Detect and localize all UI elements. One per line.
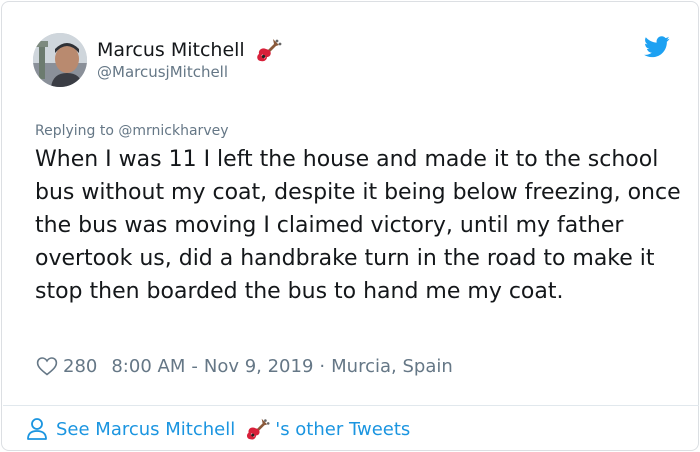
replying-prefix: Replying to xyxy=(35,123,114,139)
twitter-bird-icon[interactable] xyxy=(644,36,670,58)
time-date-separator: - xyxy=(191,355,198,377)
like-count[interactable]: 280 xyxy=(63,356,97,377)
avatar[interactable] xyxy=(33,33,87,87)
replying-handle-link[interactable]: @mrnickharvey xyxy=(118,123,228,139)
author-name-text[interactable]: Marcus Mitchell xyxy=(97,39,245,61)
tweet-date[interactable]: Nov 9, 2019 xyxy=(204,356,314,377)
see-other-tweets-link[interactable]: See Marcus Mitchell 's other Tweets xyxy=(26,413,410,445)
tweet-card: Marcus Mitchell @MarcusjMitchell Replyin… xyxy=(1,1,699,451)
heart-outline-icon[interactable] xyxy=(35,354,59,378)
footer-divider xyxy=(3,405,699,406)
tweet-location[interactable]: Murcia, Spain xyxy=(331,356,453,377)
replying-to: Replying to @mrnickharvey xyxy=(35,123,229,139)
author-name[interactable]: Marcus Mitchell xyxy=(97,35,283,65)
guitar-icon xyxy=(256,39,282,62)
tweet-meta: 280 8:00 AM - Nov 9, 2019 · Murcia, Spai… xyxy=(35,352,453,380)
tweet-text: When I was 11 I left the house and made … xyxy=(35,147,681,304)
person-outline-icon xyxy=(27,418,47,440)
guitar-icon xyxy=(247,418,270,440)
see-other-tweets-suffix[interactable]: 's other Tweets xyxy=(275,419,410,440)
dot-separator: · xyxy=(319,355,326,377)
tweet-time[interactable]: 8:00 AM xyxy=(111,356,185,377)
see-other-tweets-prefix[interactable]: See Marcus Mitchell xyxy=(56,419,235,440)
author-handle[interactable]: @MarcusjMitchell xyxy=(97,63,228,81)
